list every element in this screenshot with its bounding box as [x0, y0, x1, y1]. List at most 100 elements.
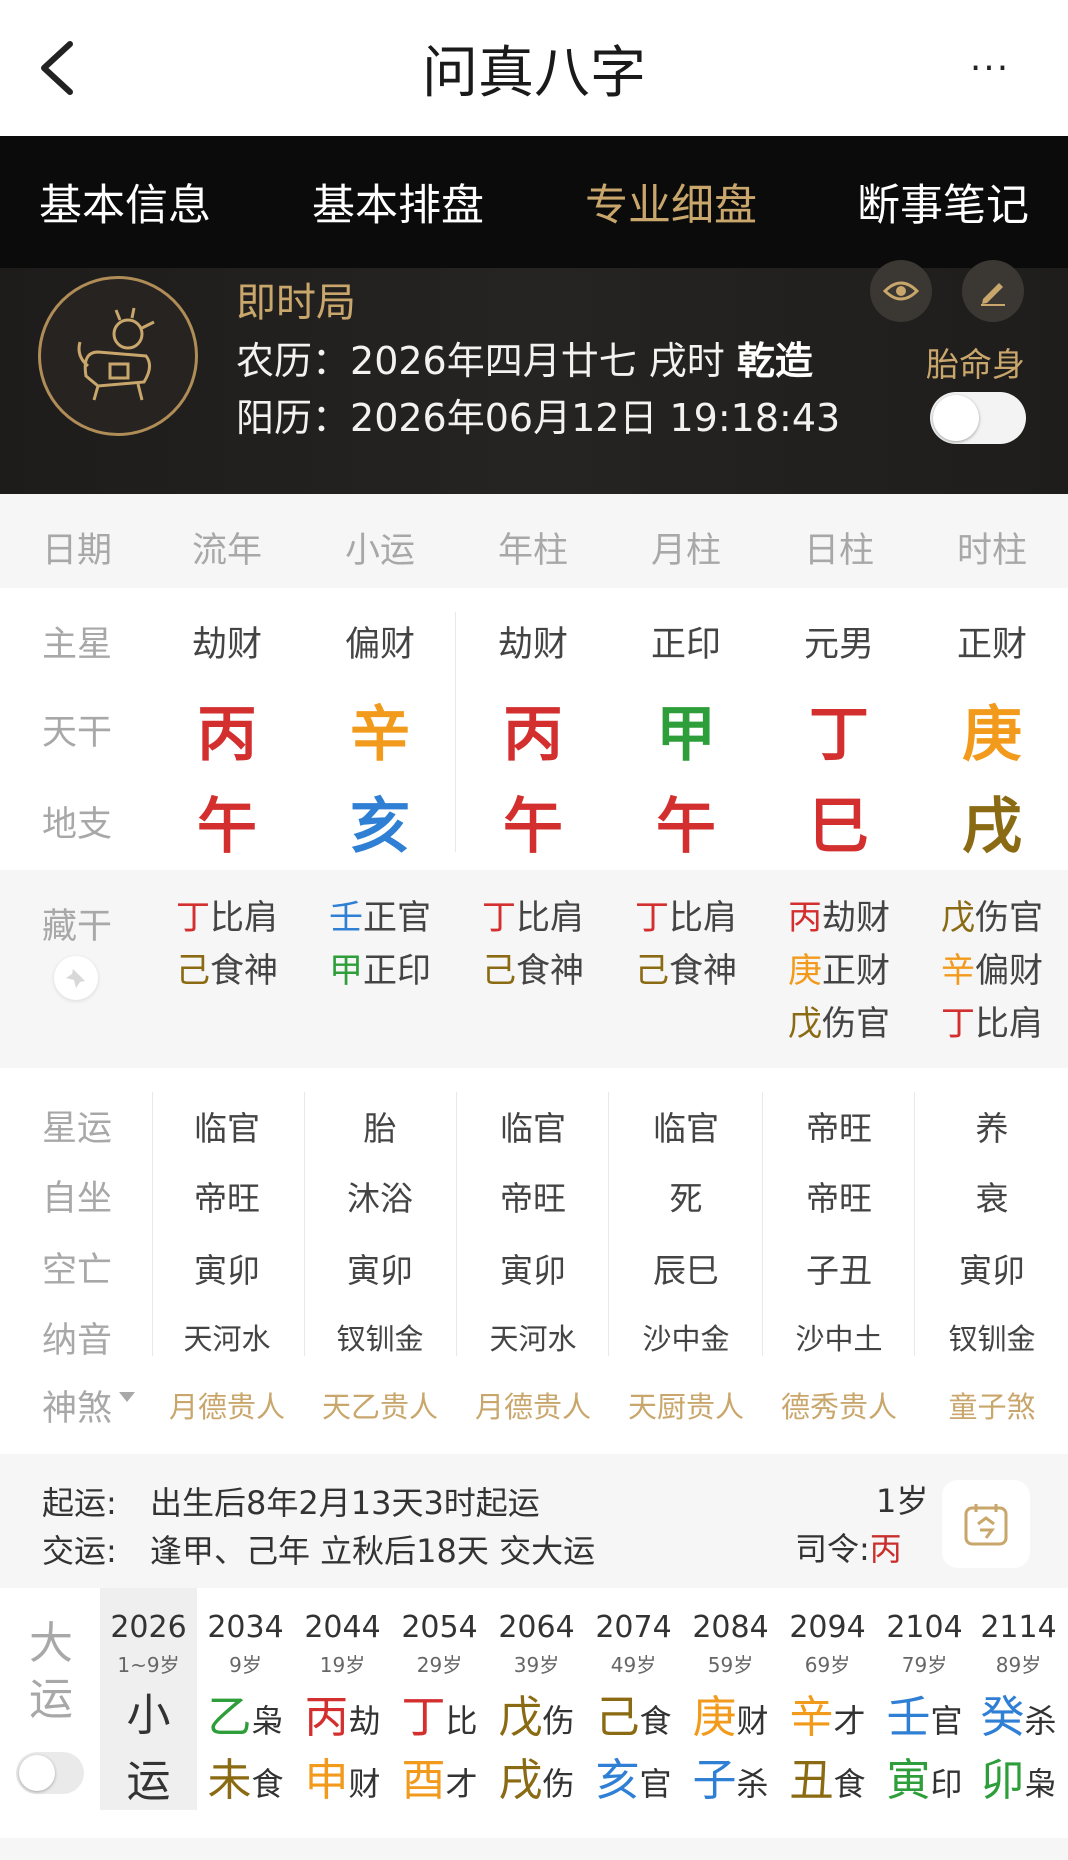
heavenly-stem: 辛: [350, 700, 410, 770]
dayun-column[interactable]: 2084 59岁 庚财 子杀: [682, 1588, 779, 1810]
dayun-column[interactable]: 2026 1~9岁 小 运: [100, 1588, 197, 1810]
xingyun-cell: 临官: [194, 1109, 260, 1148]
heavenly-stem: 丁: [809, 700, 869, 770]
xingyun-label: 星运: [42, 1109, 113, 1149]
eye-icon[interactable]: [870, 260, 932, 322]
more-icon[interactable]: ···: [955, 48, 1025, 89]
kongwang-label: 空亡: [42, 1251, 113, 1291]
zizuo-label: 自坐: [42, 1179, 113, 1219]
kongwang-cell: 寅卯: [500, 1251, 566, 1290]
main-star: 劫财: [497, 625, 568, 665]
siling: 司令:丙: [795, 1530, 902, 1568]
divider: [608, 1092, 609, 1356]
dayun-column[interactable]: 2074 49岁 己食 亥官: [585, 1588, 682, 1810]
shensha-cell[interactable]: 月德贵人: [458, 1384, 608, 1426]
current-age: 1岁: [876, 1482, 929, 1520]
tab-basic-info[interactable]: 基本信息: [30, 136, 220, 268]
pencil-icon[interactable]: [962, 260, 1024, 322]
chevron-down-icon[interactable]: [119, 1392, 135, 1402]
kongwang-cell: 子丑: [806, 1251, 872, 1290]
solar-date: 阳历：2026年06月12日 19:18:43: [236, 396, 841, 440]
earthly-branch: 午: [197, 792, 257, 862]
dayun-column[interactable]: 2104 79岁 壬官 寅印: [876, 1588, 973, 1810]
dayun-column[interactable]: 2094 69岁 辛才 丑食: [779, 1588, 876, 1810]
tab-notes[interactable]: 断事笔记: [848, 136, 1038, 268]
col-xiaoyun: 小运: [344, 531, 415, 571]
dayun-label: 大运: [29, 1618, 73, 1725]
zizuo-cell: 帝旺: [194, 1179, 260, 1218]
nayin-cell: 天河水: [183, 1322, 271, 1356]
shensha-cell[interactable]: 德秀贵人: [764, 1384, 914, 1426]
jiaoyun-value: 逢甲、己年 立秋后18天 交大运: [150, 1532, 596, 1570]
nayin-cell: 钗钏金: [336, 1322, 424, 1356]
divider: [914, 1092, 915, 1356]
hidden-stems: 丁比肩 己食神: [176, 898, 278, 991]
lunar-date: 农历：2026年四月廿七 戌时 乾造: [236, 339, 813, 383]
col-year-pillar: 年柱: [497, 531, 568, 571]
main-star: 正财: [956, 625, 1027, 665]
divider: [762, 1092, 763, 1356]
shensha-cell[interactable]: 童子煞: [917, 1384, 1067, 1426]
heavenly-stem: 丙: [197, 700, 257, 770]
hidden-stems: 丁比肩 己食神: [482, 898, 584, 991]
heavenly-stem: 甲: [656, 700, 716, 770]
taimingshen-label: 胎命身: [926, 345, 1025, 384]
hidden-stems: 丁比肩 己食神: [635, 898, 737, 991]
dayun-column[interactable]: 2064 39岁 戊伤 戌伤: [488, 1588, 585, 1810]
qiyun-label: 起运:: [42, 1484, 117, 1522]
earthly-branch: 午: [503, 792, 563, 862]
main-star: 正印: [650, 625, 721, 665]
col-month-pillar: 月柱: [650, 531, 721, 571]
zizuo-cell: 衰: [975, 1179, 1009, 1218]
col-hour-pillar: 时柱: [956, 531, 1027, 571]
taimingshen-toggle[interactable]: [930, 392, 1026, 444]
shensha-cell[interactable]: 月德贵人: [152, 1384, 302, 1426]
tab-bar: 基本信息 基本排盘 专业细盘 断事笔记: [0, 136, 1068, 268]
xingyun-cell: 临官: [500, 1109, 566, 1148]
dayun-column[interactable]: 2044 19岁 丙劫 申财: [294, 1588, 391, 1810]
kongwang-cell: 寅卯: [194, 1251, 260, 1290]
col-liunian: 流年: [191, 531, 262, 571]
calendar-today-icon[interactable]: [942, 1480, 1030, 1568]
kongwang-cell: 辰巳: [653, 1251, 719, 1290]
zizuo-cell: 帝旺: [500, 1179, 566, 1218]
earthly-branch: 午: [656, 792, 716, 862]
jiaoyun-label: 交运:: [42, 1532, 117, 1570]
rooster-avatar-icon: [38, 276, 198, 436]
xingyun-cell: 养: [975, 1109, 1009, 1148]
dayun-column[interactable]: 2054 29岁 丁比 酉才: [391, 1588, 488, 1810]
branch-label: 地支: [42, 805, 113, 845]
earthly-branch: 戌: [962, 792, 1022, 862]
back-arrow-icon[interactable]: [30, 36, 90, 100]
nayin-cell: 沙中金: [642, 1322, 730, 1356]
col-day-pillar: 日柱: [803, 531, 874, 571]
tab-basic-chart[interactable]: 基本排盘: [303, 136, 493, 268]
main-star: 偏财: [344, 625, 415, 665]
hidden-stems: 戊伤官 辛偏财 丁比肩: [941, 898, 1043, 1044]
shensha-cell[interactable]: 天乙贵人: [305, 1384, 455, 1426]
date-label: 日期: [42, 531, 113, 571]
earthly-branch: 巳: [809, 792, 869, 862]
divider: [456, 1092, 457, 1356]
xingyun-cell: 临官: [653, 1109, 719, 1148]
earthly-branch: 亥: [350, 792, 410, 862]
dayun-toggle[interactable]: [16, 1752, 84, 1794]
app: 问真八字 ··· 基本信息 基本排盘 专业细盘 断事笔记 即时局 农历：2026…: [0, 0, 1068, 1860]
tab-pro-chart[interactable]: 专业细盘: [576, 136, 766, 268]
shensha-cell[interactable]: 天厨贵人: [611, 1384, 761, 1426]
nayin-cell: 沙中土: [795, 1322, 883, 1356]
pin-icon[interactable]: [54, 956, 98, 1000]
main-star-label: 主星: [42, 625, 113, 665]
dayun-column[interactable]: 2034 9岁 乙枭 未食: [197, 1588, 294, 1810]
qiyun-value: 出生后8年2月13天3时起运: [150, 1484, 540, 1522]
xingyun-cell: 胎: [363, 1109, 397, 1148]
zizuo-cell: 帝旺: [806, 1179, 872, 1218]
heavenly-stem: 庚: [962, 700, 1022, 770]
chart-kind: 即时局: [236, 280, 356, 326]
gender-label: 乾造: [736, 339, 813, 383]
nayin-cell: 钗钏金: [948, 1322, 1036, 1356]
kongwang-cell: 寅卯: [959, 1251, 1025, 1290]
shensha-label[interactable]: 神煞: [42, 1380, 112, 1431]
dayun-column[interactable]: 2114 89岁 癸杀 卯枭: [970, 1588, 1067, 1810]
zizuo-cell: 沐浴: [347, 1179, 413, 1218]
